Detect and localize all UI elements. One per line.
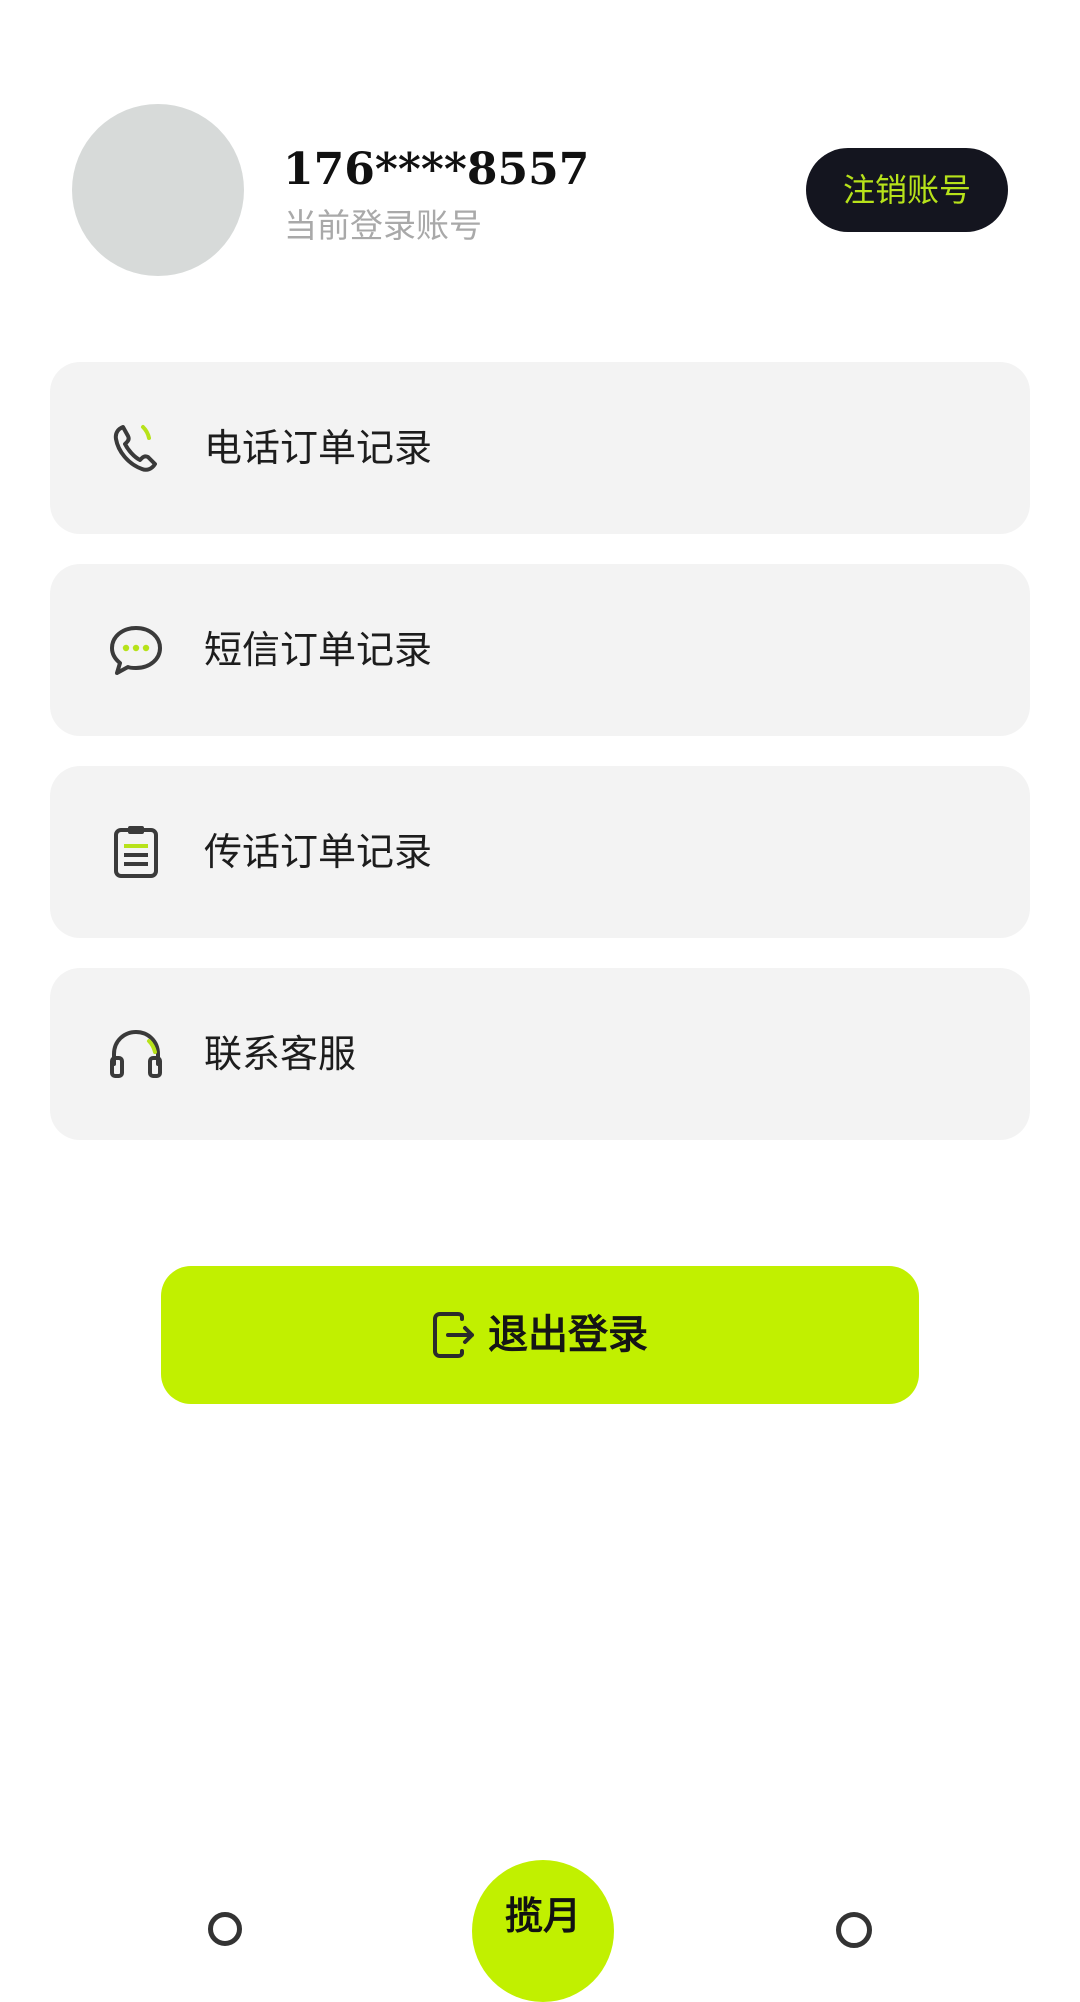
menu-item-message-orders[interactable]: 传话订单记录: [50, 766, 1030, 938]
phone-icon: [106, 418, 166, 478]
menu-item-label: 传话订单记录: [204, 830, 433, 874]
logout-button-content: 退出登录: [161, 1266, 919, 1404]
avatar[interactable]: [72, 104, 244, 276]
logout-icon: [432, 1311, 476, 1359]
menu-item-sms-orders[interactable]: 短信订单记录: [50, 564, 1030, 736]
bottom-tab-bar: 揽月: [0, 1840, 1080, 2002]
logout-label: 退出登录: [488, 1312, 648, 1358]
tab-center-button[interactable]: 揽月: [472, 1860, 614, 2002]
menu-item-label: 短信订单记录: [204, 628, 433, 672]
menu-item-label: 联系客服: [204, 1032, 357, 1076]
menu-item-phone-orders[interactable]: 电话订单记录: [50, 362, 1030, 534]
logout-button[interactable]: 退出登录: [161, 1266, 919, 1404]
tab-profile-icon[interactable]: [836, 1912, 872, 1948]
profile-header: 176****8557 当前登录账号 注销账号: [0, 0, 1080, 300]
tab-center-label: 揽月: [504, 1894, 581, 1938]
clipboard-icon: [106, 822, 166, 882]
tab-home-icon[interactable]: [208, 1912, 242, 1946]
headset-icon: [106, 1024, 166, 1084]
account-phone: 176****8557: [283, 144, 590, 195]
account-subtitle: 当前登录账号: [284, 206, 482, 245]
menu-item-label: 电话订单记录: [204, 426, 433, 470]
menu-item-customer-service[interactable]: 联系客服: [50, 968, 1030, 1140]
menu-list: 电话订单记录 短信订单记录 传话订单记录 联系客服: [50, 362, 1030, 1170]
deregister-account-button[interactable]: 注销账号: [806, 148, 1008, 232]
chat-bubble-icon: [106, 620, 166, 680]
